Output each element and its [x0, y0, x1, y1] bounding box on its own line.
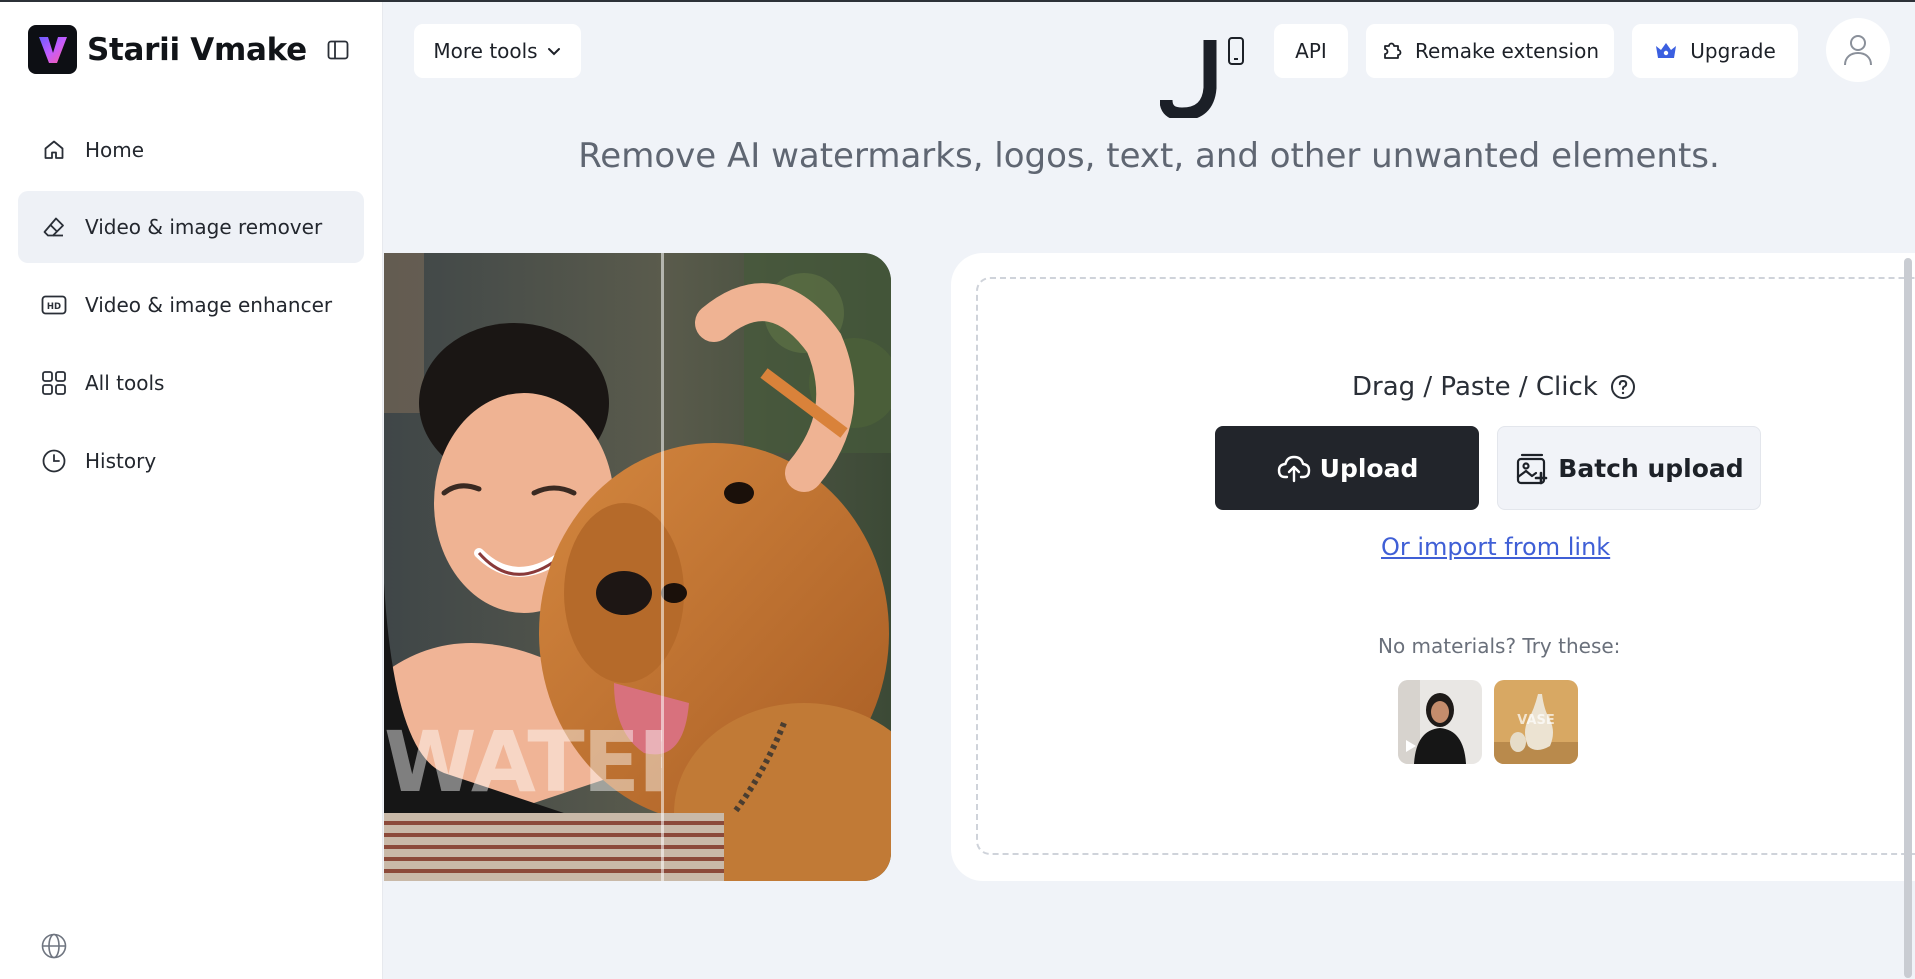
- page-scrollbar[interactable]: [1904, 258, 1912, 978]
- upload-dropzone[interactable]: [976, 277, 1915, 855]
- upload-label: Upload: [1319, 453, 1419, 483]
- api-button[interactable]: API: [1274, 24, 1348, 78]
- batch-upload-label: Batch upload: [1558, 453, 1744, 483]
- svg-text:HD: HD: [47, 302, 61, 312]
- sidebar-toggle-icon[interactable]: [324, 36, 352, 64]
- page-subtitle: Remove AI watermarks, logos, text, and o…: [578, 136, 1720, 176]
- brand-name: Starii Vmake: [87, 31, 307, 68]
- crown-icon: [1656, 43, 1677, 58]
- sample-materials-label: No materials? Try these:: [1378, 634, 1621, 658]
- sidebar-item-label: History: [85, 449, 157, 473]
- sample-video-thumbnail[interactable]: [1398, 680, 1482, 764]
- sidebar-item-label: Video & image remover: [85, 215, 323, 239]
- cloud-upload-icon: [1277, 455, 1310, 483]
- batch-upload-button[interactable]: Batch upload: [1497, 426, 1761, 510]
- import-from-link[interactable]: Or import from link: [1381, 533, 1610, 561]
- sample-watermark-text: VASE: [1517, 713, 1554, 728]
- user-avatar[interactable]: [1826, 18, 1890, 82]
- sidebar: Starii Vmake Home Video & image remover …: [0, 0, 383, 979]
- page-heading-fragment: [1160, 40, 1230, 118]
- remake-extension-button[interactable]: Remake extension: [1366, 24, 1614, 78]
- brand-logo[interactable]: Starii Vmake: [28, 25, 307, 74]
- upload-card: [951, 253, 1915, 881]
- drag-paste-click-label: Drag / Paste / Click: [1352, 372, 1598, 402]
- clock-icon: [40, 447, 68, 475]
- grid-icon: [40, 369, 68, 397]
- eraser-icon: [40, 213, 68, 241]
- window-top-border: [0, 0, 1915, 2]
- upgrade-button[interactable]: Upgrade: [1632, 24, 1798, 78]
- drag-paste-click-hint: Drag / Paste / Click: [1352, 372, 1636, 402]
- upload-button[interactable]: Upload: [1215, 426, 1479, 510]
- striped-cushion: [384, 813, 724, 881]
- before-after-divider[interactable]: [661, 253, 664, 881]
- sidebar-item-video-image-enhancer[interactable]: HD Video & image enhancer: [18, 269, 364, 341]
- sidebar-item-label: All tools: [85, 371, 165, 395]
- sidebar-item-history[interactable]: History: [18, 425, 364, 497]
- sidebar-item-home[interactable]: Home: [18, 114, 364, 186]
- hd-icon: HD: [40, 291, 68, 319]
- sidebar-item-label: Video & image enhancer: [85, 293, 333, 317]
- remake-extension-label: Remake extension: [1414, 39, 1600, 63]
- sidebar-item-label: Home: [85, 138, 145, 162]
- user-icon: [1844, 35, 1872, 66]
- upgrade-label: Upgrade: [1690, 39, 1776, 63]
- puzzle-icon: [1384, 42, 1402, 59]
- sidebar-item-video-image-remover[interactable]: Video & image remover: [18, 191, 364, 263]
- batch-images-icon: [1517, 453, 1548, 485]
- help-icon[interactable]: [1610, 374, 1636, 400]
- sample-vase-image-thumbnail[interactable]: VASE: [1494, 680, 1578, 764]
- demo-before-after-image: WATERMARK: [384, 253, 891, 881]
- sidebar-item-all-tools[interactable]: All tools: [18, 347, 364, 419]
- home-icon: [40, 136, 68, 164]
- globe-icon[interactable]: [40, 932, 68, 960]
- chevron-down-icon: [547, 48, 560, 56]
- vmake-logo-icon: [28, 25, 77, 74]
- api-label: API: [1295, 39, 1327, 63]
- more-tools-dropdown[interactable]: More tools: [414, 24, 581, 78]
- more-tools-label: More tools: [433, 39, 538, 63]
- demo-watermark-text: WATERMARK: [384, 713, 662, 811]
